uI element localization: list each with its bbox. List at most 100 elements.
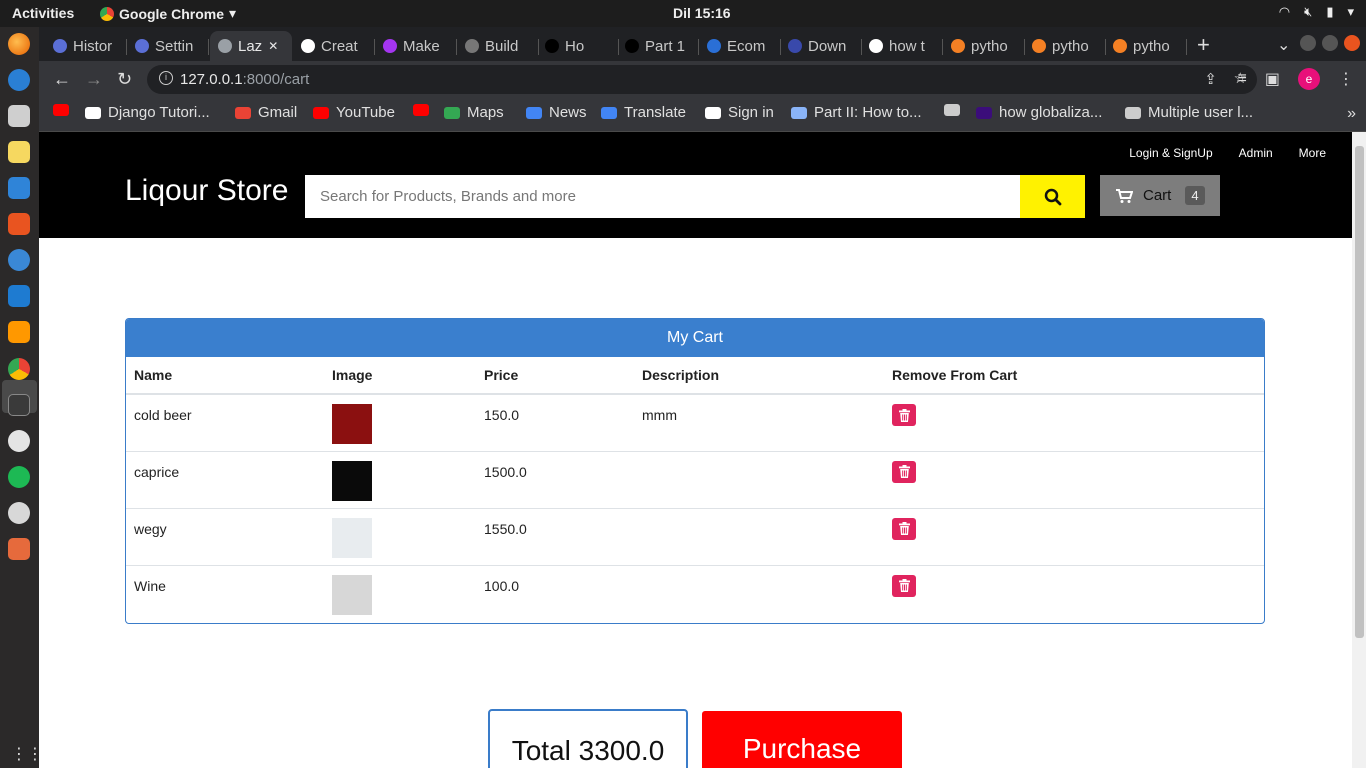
vscode-icon[interactable]: [8, 285, 30, 307]
tab-search-icon[interactable]: ⌄: [1277, 35, 1290, 55]
bookmark-item[interactable]: Translate: [601, 104, 686, 121]
browser-tab[interactable]: Part 1: [617, 31, 699, 61]
updater-icon[interactable]: [8, 502, 30, 524]
site-info-icon[interactable]: i: [159, 71, 173, 85]
address-bar[interactable]: i 127.0.0.1:8000/cart ⇪ ☆: [147, 65, 1257, 94]
browser-tab[interactable]: Laz ✕: [210, 31, 292, 61]
search-input[interactable]: [305, 175, 1020, 218]
bookmark-item[interactable]: Sign in: [705, 104, 774, 121]
new-tab-button[interactable]: +: [1197, 32, 1210, 58]
bookmark-item[interactable]: Django Tutori...: [85, 104, 210, 121]
browser-tab[interactable]: Ho: [537, 31, 619, 61]
bookmark-item[interactable]: Maps: [444, 104, 504, 121]
profile-avatar[interactable]: e: [1298, 68, 1320, 90]
browser-tab[interactable]: Settin: [127, 31, 209, 61]
browser-tab[interactable]: Down: [780, 31, 862, 61]
side-panel-icon[interactable]: ▣: [1265, 69, 1280, 89]
sublime-icon[interactable]: [8, 321, 30, 343]
product-thumbnail[interactable]: [332, 404, 372, 444]
browser-tab[interactable]: Make: [375, 31, 457, 61]
close-window-icon[interactable]: [1344, 35, 1360, 51]
bookmark-item[interactable]: Gmail: [235, 104, 297, 121]
admin-link[interactable]: Admin: [1239, 146, 1273, 160]
site-brand[interactable]: Liqour Store: [125, 174, 288, 208]
search-icon: [1044, 188, 1061, 205]
close-tab-icon[interactable]: ✕: [268, 39, 278, 53]
bookmark-item[interactable]: [413, 104, 436, 116]
product-description: [634, 450, 884, 508]
tab-title: how t: [889, 37, 925, 55]
bookmark-item[interactable]: News: [526, 104, 587, 121]
remove-from-cart-button[interactable]: [892, 404, 916, 426]
purchase-button[interactable]: Purchase: [702, 711, 902, 768]
bookmark-item[interactable]: YouTube: [313, 104, 395, 121]
reload-icon[interactable]: ↻: [117, 69, 132, 90]
tab-title: Creat: [321, 37, 358, 55]
remove-from-cart-button[interactable]: [892, 517, 916, 540]
login-signup-link[interactable]: Login & SignUp: [1129, 146, 1212, 160]
activities-button[interactable]: Activities: [12, 5, 74, 21]
browser-tab[interactable]: Histor: [45, 31, 127, 61]
app-name: Google Chrome: [119, 5, 225, 22]
history-icon: [53, 39, 67, 53]
dock: ⋮⋮⋮: [0, 27, 59, 768]
browser-tab[interactable]: pytho: [1105, 31, 1187, 61]
remove-from-cart-button[interactable]: [892, 460, 916, 483]
product-thumbnail[interactable]: [332, 460, 372, 501]
browser-tab[interactable]: Creat: [293, 31, 375, 61]
remove-from-cart-button[interactable]: [892, 574, 916, 597]
spotify-icon[interactable]: [8, 466, 30, 488]
reading-list-icon[interactable]: ≡: [1238, 70, 1247, 88]
screenshot-icon[interactable]: [8, 538, 30, 560]
udemy-icon: [383, 39, 397, 53]
clock[interactable]: Dil 15:16: [673, 5, 731, 21]
bookmark-item[interactable]: Part II: How to...: [791, 104, 922, 121]
more-link[interactable]: More: [1299, 146, 1326, 160]
cart-label: Cart: [1143, 187, 1172, 204]
firefox-icon[interactable]: [8, 33, 30, 55]
minimize-icon[interactable]: [1300, 35, 1316, 51]
person-icon: [788, 39, 802, 53]
product-description: [634, 564, 884, 622]
cart-button[interactable]: Cart 4: [1100, 175, 1220, 216]
thunderbird-icon[interactable]: [8, 69, 30, 91]
terminal-icon[interactable]: [8, 394, 30, 416]
menu-icon[interactable]: ⋮: [1338, 69, 1354, 89]
product-name: cold beer: [134, 407, 192, 423]
bookmark-item[interactable]: Multiple user l...: [1125, 104, 1253, 121]
software-icon[interactable]: [8, 213, 30, 235]
browser-tab[interactable]: how t: [861, 31, 943, 61]
more-bookmarks-icon[interactable]: »: [1347, 105, 1356, 123]
rhythmbox-icon[interactable]: [8, 141, 30, 163]
files-icon[interactable]: [8, 105, 30, 127]
help-icon[interactable]: [8, 249, 30, 271]
settings-dock-icon[interactable]: [8, 430, 30, 452]
tab-title: Ecom: [727, 37, 766, 55]
product-thumbnail[interactable]: [332, 517, 372, 558]
settings-icon: [135, 39, 149, 53]
forward-icon[interactable]: →: [85, 69, 103, 90]
scrollbar-thumb[interactable]: [1355, 146, 1364, 638]
bookmark-item[interactable]: how globaliza...: [976, 104, 1102, 121]
google-icon: [869, 39, 883, 53]
browser-tab[interactable]: Build: [457, 31, 539, 61]
writer-icon[interactable]: [8, 177, 30, 199]
header-links: Login & SignUp Admin More: [1129, 146, 1352, 160]
url-host: 127.0.0.1: [180, 71, 243, 88]
share-icon[interactable]: ⇪: [1204, 70, 1217, 88]
product-thumbnail[interactable]: [332, 574, 372, 615]
chrome-dock-icon[interactable]: [8, 358, 30, 380]
browser-tab[interactable]: Ecom: [699, 31, 781, 61]
maximize-icon[interactable]: [1322, 35, 1338, 51]
page-scrollbar[interactable]: [1352, 132, 1366, 768]
search-button[interactable]: [1020, 175, 1085, 218]
trash-icon: [898, 465, 910, 478]
bookmark-item[interactable]: [944, 104, 967, 116]
column-header-remove: Remove From Cart: [884, 357, 1264, 395]
app-menu[interactable]: Google Chrome ▾: [100, 5, 236, 22]
browser-tab[interactable]: pytho: [1024, 31, 1106, 61]
bookmark-item[interactable]: [53, 104, 76, 116]
browser-tab[interactable]: pytho: [943, 31, 1025, 61]
system-tray[interactable]: ◠ 🔇︎ ▮ ▾: [1279, 4, 1354, 20]
back-icon[interactable]: ←: [53, 69, 71, 90]
